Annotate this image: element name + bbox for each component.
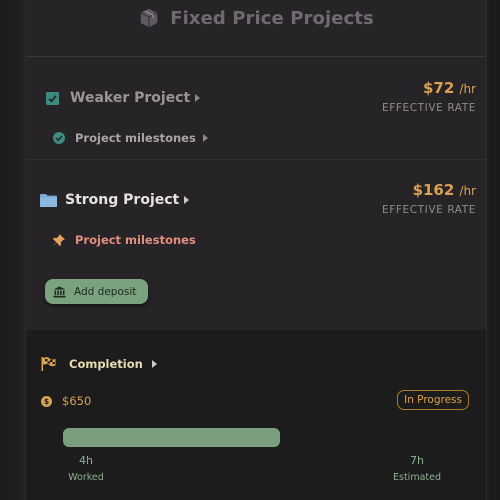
- page-title: Fixed Price Projects: [170, 7, 374, 29]
- chevron-right-icon: [202, 134, 208, 142]
- rate-unit: /hr: [459, 184, 476, 198]
- panel-header: Fixed Price Projects: [26, 0, 486, 57]
- rate-amount: $162: [412, 181, 455, 199]
- completion-title[interactable]: Completion: [69, 357, 143, 371]
- chevron-right-icon: [195, 94, 201, 102]
- package-icon: [138, 7, 160, 29]
- progress-bar: [63, 428, 443, 447]
- progress-bar-fill: [63, 428, 280, 447]
- milestones-link[interactable]: Project milestones: [52, 233, 196, 247]
- worked-label: Worked: [68, 472, 104, 483]
- milestones-label[interactable]: Project milestones: [75, 131, 196, 145]
- rate-label: EFFECTIVE RATE: [381, 102, 476, 114]
- completion-amount-value: $650: [62, 394, 92, 408]
- milestones-link[interactable]: Project milestones: [53, 131, 208, 145]
- estimated-value: 7h: [410, 454, 424, 467]
- bank-icon: [53, 286, 66, 298]
- milestones-label[interactable]: Project milestones: [75, 233, 196, 247]
- project-title-row[interactable]: Strong Project: [40, 192, 190, 208]
- estimated-stat: 7h Estimated: [387, 454, 447, 483]
- chevron-right-icon: [151, 360, 157, 368]
- chevron-right-icon: [184, 196, 190, 204]
- rate-amount: $72: [423, 79, 455, 97]
- status-badge: In Progress: [397, 390, 469, 410]
- effective-rate: $72 /hr EFFECTIVE RATE: [382, 78, 476, 114]
- coin-icon: $: [41, 395, 52, 407]
- checkered-flag-icon: [41, 357, 56, 371]
- pin-icon: [52, 233, 66, 247]
- projects-panel: Fixed Price Projects Weaker Project $72 …: [25, 0, 487, 500]
- app-window: Fixed Price Projects Weaker Project $72 …: [0, 0, 500, 500]
- add-deposit-label[interactable]: Add deposit: [74, 286, 136, 298]
- checkbox-icon[interactable]: [46, 91, 59, 105]
- folder-icon: [40, 193, 57, 207]
- worked-value: 4h: [79, 454, 93, 467]
- project-name[interactable]: Weaker Project: [70, 90, 190, 106]
- effective-rate: $162 /hr EFFECTIVE RATE: [382, 180, 476, 216]
- completion-amount: $ $650: [41, 394, 91, 408]
- project-title-row[interactable]: Weaker Project: [46, 90, 201, 106]
- completion-header[interactable]: Completion: [41, 357, 157, 371]
- rate-unit: /hr: [459, 82, 476, 96]
- rate-label: EFFECTIVE RATE: [381, 204, 476, 216]
- completion-section: Completion $ $650 In Progress 4h Worked: [26, 330, 486, 500]
- worked-stat: 4h Worked: [56, 454, 116, 483]
- background-left: [0, 0, 25, 500]
- project-card-weaker: Weaker Project $72 /hr EFFECTIVE RATE Pr…: [26, 57, 486, 160]
- project-name[interactable]: Strong Project: [65, 192, 179, 208]
- project-card-strong: Strong Project $162 /hr EFFECTIVE RATE P…: [26, 160, 486, 330]
- svg-text:$: $: [44, 397, 49, 406]
- check-circle-icon: [53, 132, 65, 144]
- add-deposit-button[interactable]: Add deposit: [45, 279, 149, 304]
- estimated-label: Estimated: [393, 472, 441, 483]
